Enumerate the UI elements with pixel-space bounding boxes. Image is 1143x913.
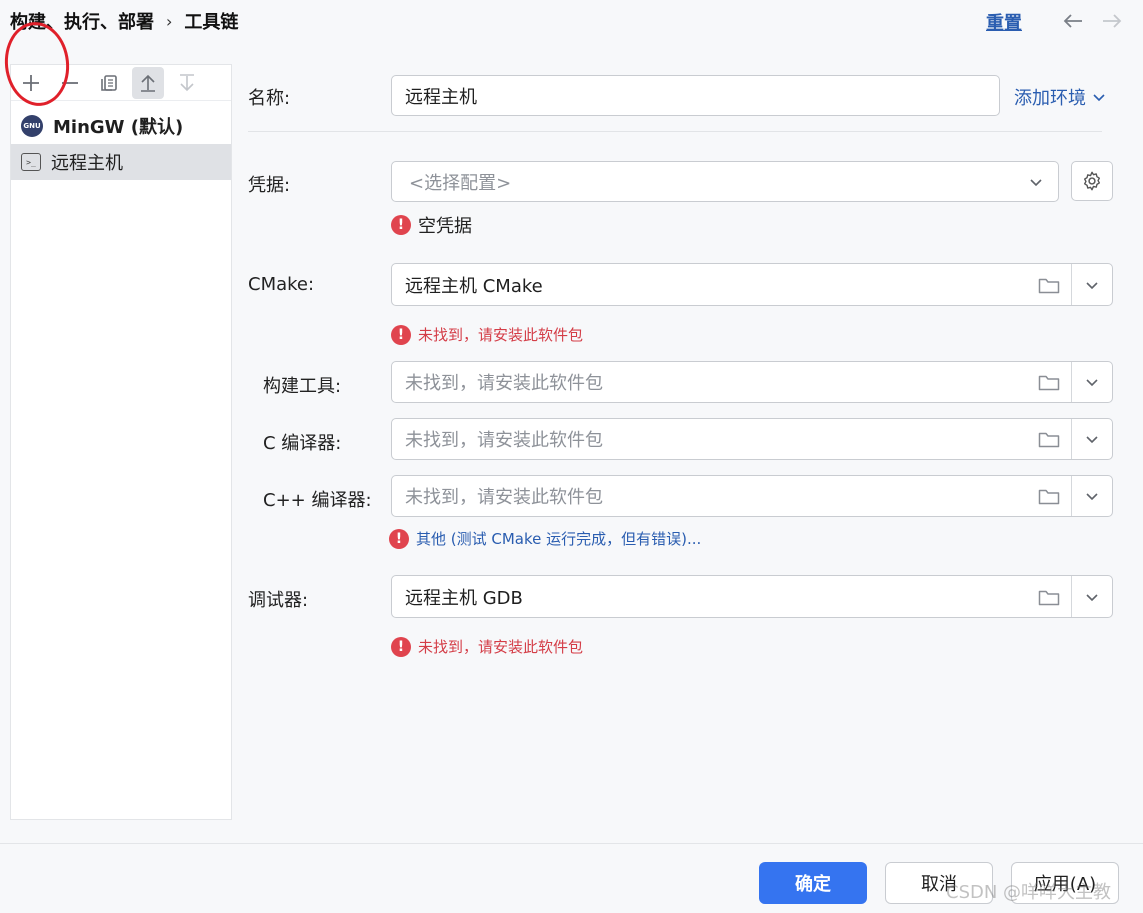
chevron-down-icon xyxy=(1086,593,1098,601)
credentials-error-text: 空凭据 xyxy=(418,216,472,237)
breadcrumb-separator: › xyxy=(166,11,173,31)
error-icon: ! xyxy=(391,636,411,657)
terminal-icon: >_ xyxy=(21,153,41,171)
toolchain-item-remote-host[interactable]: >_ 远程主机 xyxy=(11,144,231,180)
cpp-compiler-placeholder: 未找到，请安装此软件包 xyxy=(405,487,603,508)
folder-icon xyxy=(1038,278,1060,293)
folder-icon xyxy=(1038,375,1060,391)
credentials-select[interactable]: <选择配置> xyxy=(391,161,1059,202)
name-label: 名称: xyxy=(248,88,291,109)
debugger-error-text: 未找到，请安装此软件包 xyxy=(418,638,584,656)
debugger-input[interactable]: 远程主机 GDB xyxy=(391,575,1113,618)
cpp-compiler-label: C++ 编译器: xyxy=(263,490,372,511)
name-input-value: 远程主机 xyxy=(405,86,477,108)
watermark: CSDN @咩咩大主教 xyxy=(946,882,1112,903)
toolchain-item-label: 远程主机 xyxy=(51,153,123,174)
folder-icon xyxy=(1038,432,1060,448)
remove-icon[interactable] xyxy=(54,67,86,99)
credentials-placeholder: <选择配置> xyxy=(409,172,512,194)
build-tool-placeholder: 未找到，请安装此软件包 xyxy=(405,373,603,394)
folder-icon xyxy=(1038,489,1060,505)
field-separator xyxy=(1071,476,1072,516)
error-icon: ! xyxy=(389,528,409,549)
divider xyxy=(248,131,1102,132)
gear-icon xyxy=(1083,171,1101,191)
field-separator xyxy=(1071,362,1072,402)
credentials-settings-button[interactable] xyxy=(1071,161,1113,201)
reset-link[interactable]: 重置 xyxy=(986,9,1022,35)
ok-button[interactable]: 确定 xyxy=(759,862,867,904)
cmake-error-text: 未找到，请安装此软件包 xyxy=(418,326,584,344)
debugger-input-value: 远程主机 GDB xyxy=(405,587,523,609)
toolchain-item-mingw[interactable]: GNU MinGW (默认) xyxy=(11,108,231,144)
name-input[interactable]: 远程主机 xyxy=(391,75,1000,116)
field-separator xyxy=(1071,419,1072,459)
debugger-label: 调试器: xyxy=(248,590,309,611)
folder-icon xyxy=(1038,590,1060,605)
gnu-icon: GNU xyxy=(21,115,43,137)
toolchain-item-label: MinGW (默认) xyxy=(53,117,184,138)
compiler-test-note[interactable]: ! 其他 (测试 CMake 运行完成，但有错误)... xyxy=(389,528,701,549)
build-tool-input[interactable]: 未找到，请安装此软件包 xyxy=(391,361,1113,403)
breadcrumb-build-execute-deploy[interactable]: 构建、执行、部署 xyxy=(10,8,154,34)
c-compiler-placeholder: 未找到，请安装此软件包 xyxy=(405,430,603,451)
field-separator xyxy=(1071,576,1072,617)
build-tool-label: 构建工具: xyxy=(263,376,342,397)
footer-divider xyxy=(0,843,1143,844)
toolchain-toolbar xyxy=(11,65,231,101)
c-compiler-label: C 编译器: xyxy=(263,433,342,454)
c-compiler-input[interactable]: 未找到，请安装此软件包 xyxy=(391,418,1113,460)
error-icon: ! xyxy=(391,215,411,235)
breadcrumb-toolchains: 工具链 xyxy=(184,12,239,33)
chevron-down-icon xyxy=(1030,178,1042,186)
chevron-down-icon xyxy=(1086,493,1098,501)
cpp-compiler-input[interactable]: 未找到，请安装此软件包 xyxy=(391,475,1113,517)
chevron-down-icon xyxy=(1086,281,1098,289)
error-icon: ! xyxy=(391,324,411,345)
cmake-error: ! 未找到，请安装此软件包 xyxy=(391,324,583,345)
field-separator xyxy=(1071,264,1072,305)
forward-arrow-icon[interactable] xyxy=(1099,8,1125,34)
cmake-input-value: 远程主机 CMake xyxy=(405,275,543,297)
breadcrumb: 构建、执行、部署 › 工具链 xyxy=(10,8,238,34)
chevron-down-icon xyxy=(1086,436,1098,444)
add-environment-label: 添加环境 xyxy=(1014,88,1086,109)
add-icon[interactable] xyxy=(15,67,47,99)
toolchain-list-panel: GNU MinGW (默认) >_ 远程主机 xyxy=(10,64,232,820)
copy-icon[interactable] xyxy=(93,67,125,99)
move-up-icon[interactable] xyxy=(132,66,164,99)
credentials-label: 凭据: xyxy=(248,175,291,196)
compiler-test-note-text: 其他 (测试 CMake 运行完成，但有错误)... xyxy=(416,530,702,548)
credentials-error: ! 空凭据 xyxy=(391,212,472,238)
cmake-input[interactable]: 远程主机 CMake xyxy=(391,263,1113,306)
add-environment-button[interactable]: 添加环境 xyxy=(1014,84,1106,110)
back-arrow-icon[interactable] xyxy=(1060,8,1086,34)
move-down-icon[interactable] xyxy=(171,67,203,99)
cmake-label: CMake: xyxy=(248,274,315,295)
chevron-down-icon xyxy=(1093,94,1105,102)
chevron-down-icon xyxy=(1086,379,1098,387)
debugger-error: ! 未找到，请安装此软件包 xyxy=(391,636,583,657)
